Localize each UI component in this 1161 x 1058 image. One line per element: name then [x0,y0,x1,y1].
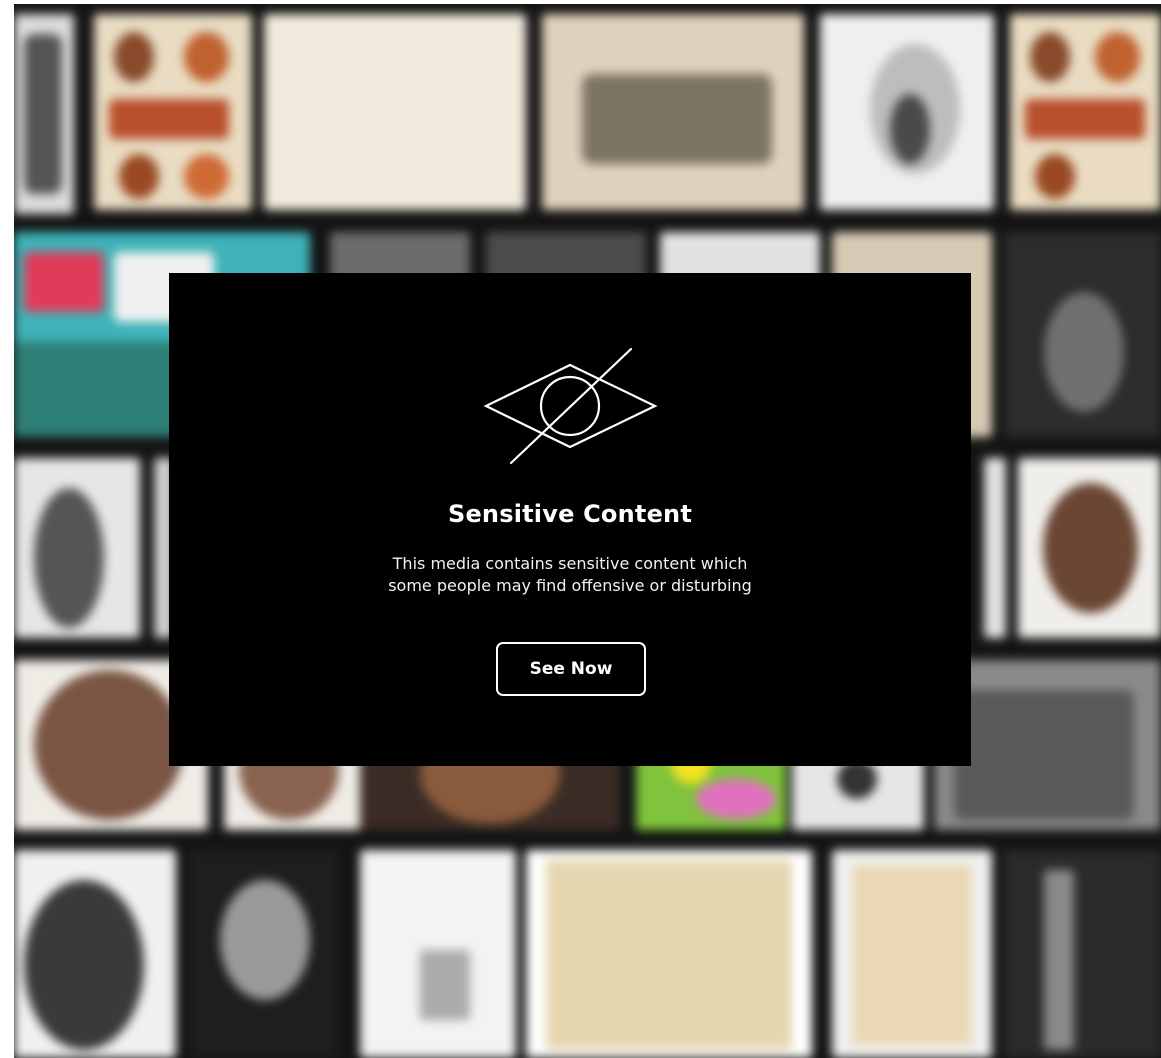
see-now-button[interactable]: See Now [496,642,646,696]
eye-slash-icon [483,347,658,465]
thumbnail [984,458,1006,638]
thumbnail [14,850,176,1058]
thumbnail [526,850,812,1058]
thumbnail [832,850,992,1058]
thumbnail [14,14,74,214]
thumbnail [1018,458,1161,638]
thumbnail [1004,232,1161,437]
thumbnail [542,14,804,210]
thumbnail [94,14,252,210]
thumbnail [820,14,994,210]
overlay-description-line: some people may find offensive or distur… [388,576,752,595]
sensitive-content-view: Sensitive Content This media contains se… [0,0,1161,1058]
thumbnail [190,850,338,1058]
thumbnail [1004,850,1161,1058]
overlay-description-line: This media contains sensitive content wh… [392,554,748,573]
overlay-description: This media contains sensitive content wh… [169,553,971,597]
thumbnail [1010,14,1161,210]
thumbnail [14,458,140,638]
overlay-title: Sensitive Content [447,500,693,528]
thumbnail [360,850,516,1058]
thumbnail [264,14,526,210]
